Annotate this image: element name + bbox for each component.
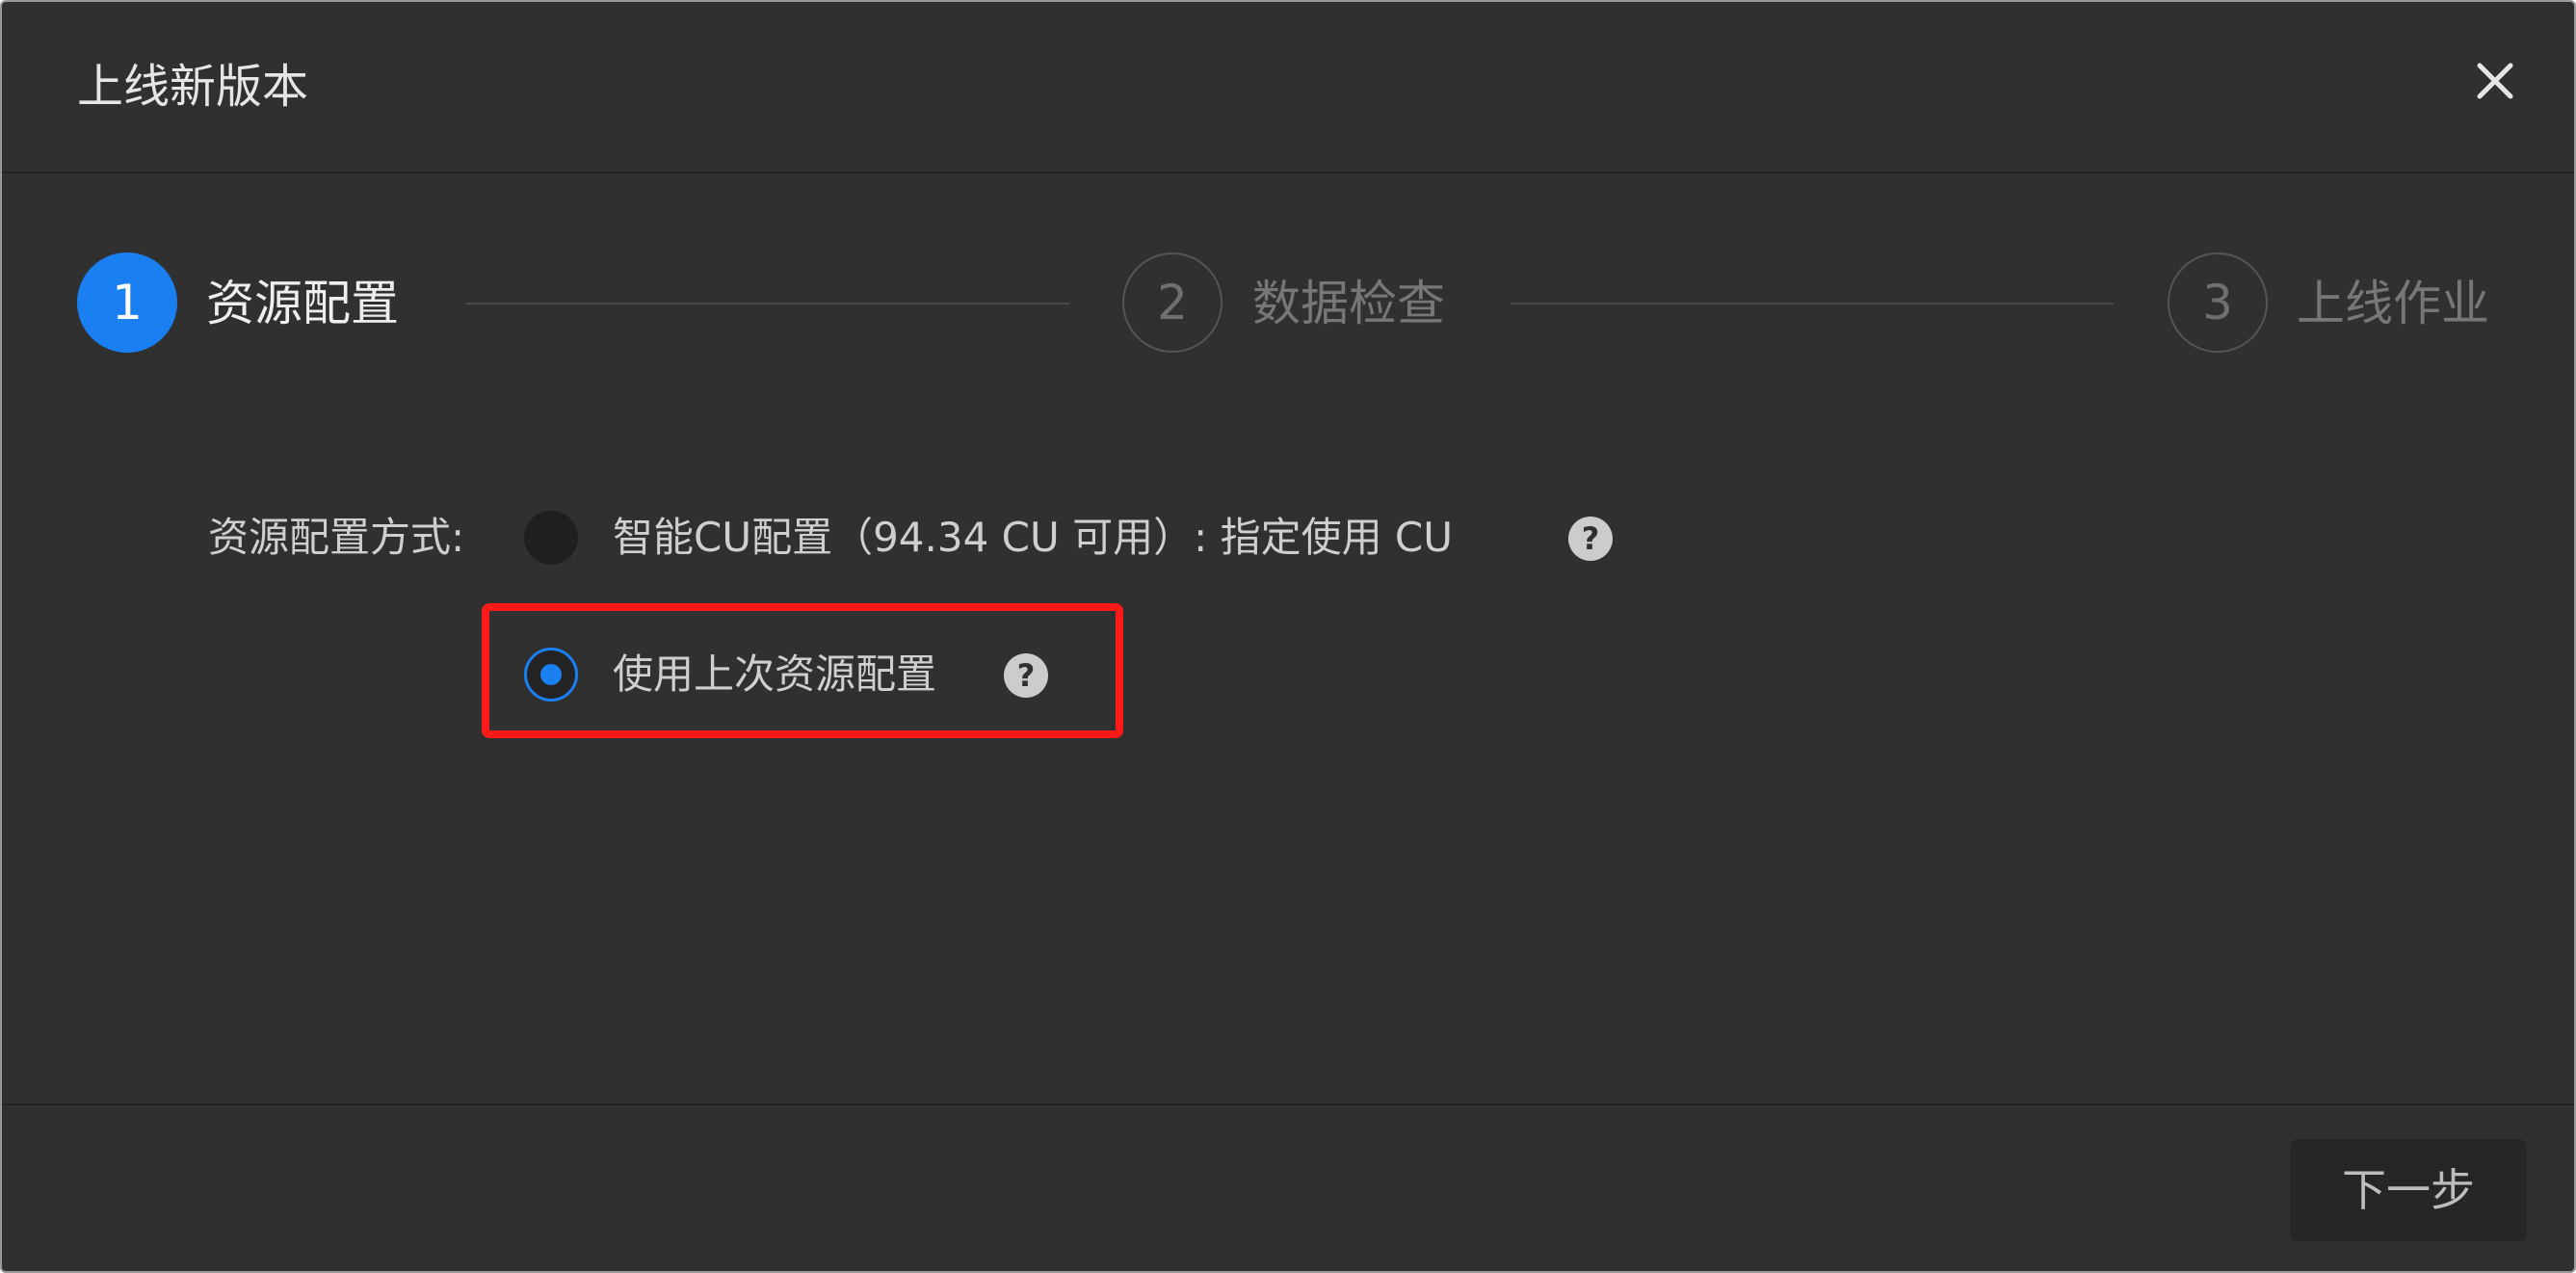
dialog-footer <box>2 1103 2574 1271</box>
step-2-circle: 2 <box>1122 252 1222 353</box>
step-1-label: 资源配置 <box>206 276 399 332</box>
close-icon <box>2477 63 2513 99</box>
smart-cu-radio[interactable] <box>524 511 578 565</box>
step-1-circle: 1 <box>77 252 177 353</box>
step-connector <box>1511 303 2114 305</box>
resource-config-mode-label: 资源配置方式: <box>208 514 465 561</box>
step-2-label: 数据检查 <box>1252 276 1445 332</box>
next-step-button[interactable]: 下一步 <box>2290 1139 2527 1241</box>
help-icon[interactable]: ? <box>1568 517 1613 561</box>
close-button[interactable] <box>2472 58 2518 104</box>
dialog-title: 上线新版本 <box>77 60 309 114</box>
step-3-circle: 3 <box>2168 252 2268 353</box>
smart-cu-option-label[interactable]: 智能CU配置（94.34 CU 可用）: 指定使用 CU <box>613 509 1453 567</box>
dialog: 上线新版本 1 资源配置 2 数据检查 3 上线作业 资源配置方式: 智能CU配… <box>0 0 2576 1273</box>
step-connector <box>466 303 1069 305</box>
dialog-header: 上线新版本 <box>2 2 2574 173</box>
step-3-label: 上线作业 <box>2297 276 2489 332</box>
annotation-highlight-box <box>482 603 1123 738</box>
